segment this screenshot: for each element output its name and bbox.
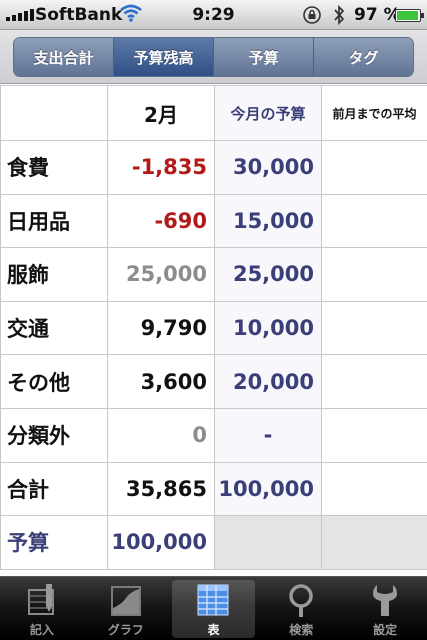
search-icon bbox=[289, 584, 314, 617]
tab-label: 表 bbox=[207, 623, 220, 637]
remaining-value: 25,000 bbox=[107, 247, 215, 302]
remaining-value: -1,835 bbox=[107, 140, 215, 195]
segment-expense-total[interactable]: 支出合計 bbox=[14, 38, 113, 76]
table-row-budget-total: 予算 100,000 bbox=[0, 515, 427, 570]
rotation-lock-icon bbox=[303, 6, 321, 24]
average-value bbox=[321, 300, 427, 356]
segmented-control: 支出合計 予算残高 予算 タグ bbox=[13, 37, 414, 77]
budget-value: - bbox=[214, 407, 322, 463]
category-label: 合計 bbox=[0, 461, 108, 517]
budget-value: 25,000 bbox=[214, 247, 322, 302]
budget-column-header: 今月の予算 bbox=[214, 85, 322, 141]
tab-table[interactable]: 表 bbox=[171, 580, 256, 638]
view-selector-bar: 支出合計 予算残高 予算 タグ bbox=[0, 30, 427, 84]
table-icon bbox=[197, 584, 229, 616]
tab-entry[interactable]: 記入 bbox=[0, 577, 84, 640]
remaining-value: 3,600 bbox=[107, 354, 215, 409]
tab-bar: 記入 グラフ 表 検索 設定 bbox=[0, 576, 427, 640]
wrench-icon bbox=[373, 585, 398, 616]
budget-value: 100,000 bbox=[214, 461, 322, 517]
tab-settings[interactable]: 設定 bbox=[343, 577, 427, 640]
budget-table: 2月 今月の予算 前月までの平均 食費 -1,835 30,000 日用品 -6… bbox=[0, 85, 427, 570]
budget-value: 10,000 bbox=[214, 300, 322, 356]
average-value bbox=[321, 140, 427, 195]
table-row[interactable]: その他 3,600 20,000 bbox=[0, 354, 427, 409]
tab-label: 記入 bbox=[29, 623, 54, 637]
budget-value: 20,000 bbox=[214, 354, 322, 409]
tab-label: グラフ bbox=[107, 623, 144, 637]
table-row[interactable]: 分類外 0 - bbox=[0, 407, 427, 463]
table-row[interactable]: 交通 9,790 10,000 bbox=[0, 300, 427, 356]
category-label: 服飾 bbox=[0, 247, 108, 302]
average-value bbox=[321, 407, 427, 463]
segment-budget-remaining[interactable]: 予算残高 bbox=[113, 38, 213, 76]
battery-icon bbox=[395, 9, 424, 22]
corner-cell bbox=[0, 85, 108, 141]
budget-total-value: 100,000 bbox=[107, 515, 215, 570]
status-bar: SoftBank 9:29 97 % bbox=[0, 0, 427, 30]
category-label: 食費 bbox=[0, 140, 108, 195]
tab-search[interactable]: 検索 bbox=[259, 577, 343, 640]
budget-total-label: 予算 bbox=[0, 515, 108, 570]
category-label: 分類外 bbox=[0, 407, 108, 463]
pencil-icon bbox=[27, 584, 54, 615]
budget-value: 30,000 bbox=[214, 140, 322, 195]
graph-icon bbox=[110, 586, 141, 616]
table-row[interactable]: 服飾 25,000 25,000 bbox=[0, 247, 427, 302]
category-label: その他 bbox=[0, 354, 108, 409]
table-row-total[interactable]: 合計 35,865 100,000 bbox=[0, 461, 427, 517]
remaining-value: -690 bbox=[107, 193, 215, 249]
tab-graph[interactable]: グラフ bbox=[84, 577, 168, 640]
remaining-value: 35,865 bbox=[107, 461, 215, 517]
table-row[interactable]: 食費 -1,835 30,000 bbox=[0, 140, 427, 195]
remaining-value: 9,790 bbox=[107, 300, 215, 356]
segment-budget[interactable]: 予算 bbox=[213, 38, 313, 76]
average-value bbox=[321, 461, 427, 517]
table-row[interactable]: 日用品 -690 15,000 bbox=[0, 193, 427, 249]
category-label: 日用品 bbox=[0, 193, 108, 249]
average-value bbox=[321, 354, 427, 409]
tab-label: 検索 bbox=[289, 623, 314, 637]
average-value bbox=[321, 247, 427, 302]
month-header: 2月 bbox=[107, 85, 215, 141]
bluetooth-icon bbox=[334, 5, 345, 25]
remaining-value: 0 bbox=[107, 407, 215, 463]
average-value bbox=[321, 193, 427, 249]
empty-cell bbox=[214, 515, 322, 570]
budget-value: 15,000 bbox=[214, 193, 322, 249]
category-label: 交通 bbox=[0, 300, 108, 356]
average-column-header: 前月までの平均 bbox=[321, 85, 427, 141]
empty-cell bbox=[321, 515, 427, 570]
table-header-row: 2月 今月の予算 前月までの平均 bbox=[0, 85, 427, 141]
segment-tags[interactable]: タグ bbox=[313, 38, 413, 76]
battery-percentage: 97 % bbox=[354, 5, 401, 25]
tab-label: 設定 bbox=[373, 623, 398, 637]
